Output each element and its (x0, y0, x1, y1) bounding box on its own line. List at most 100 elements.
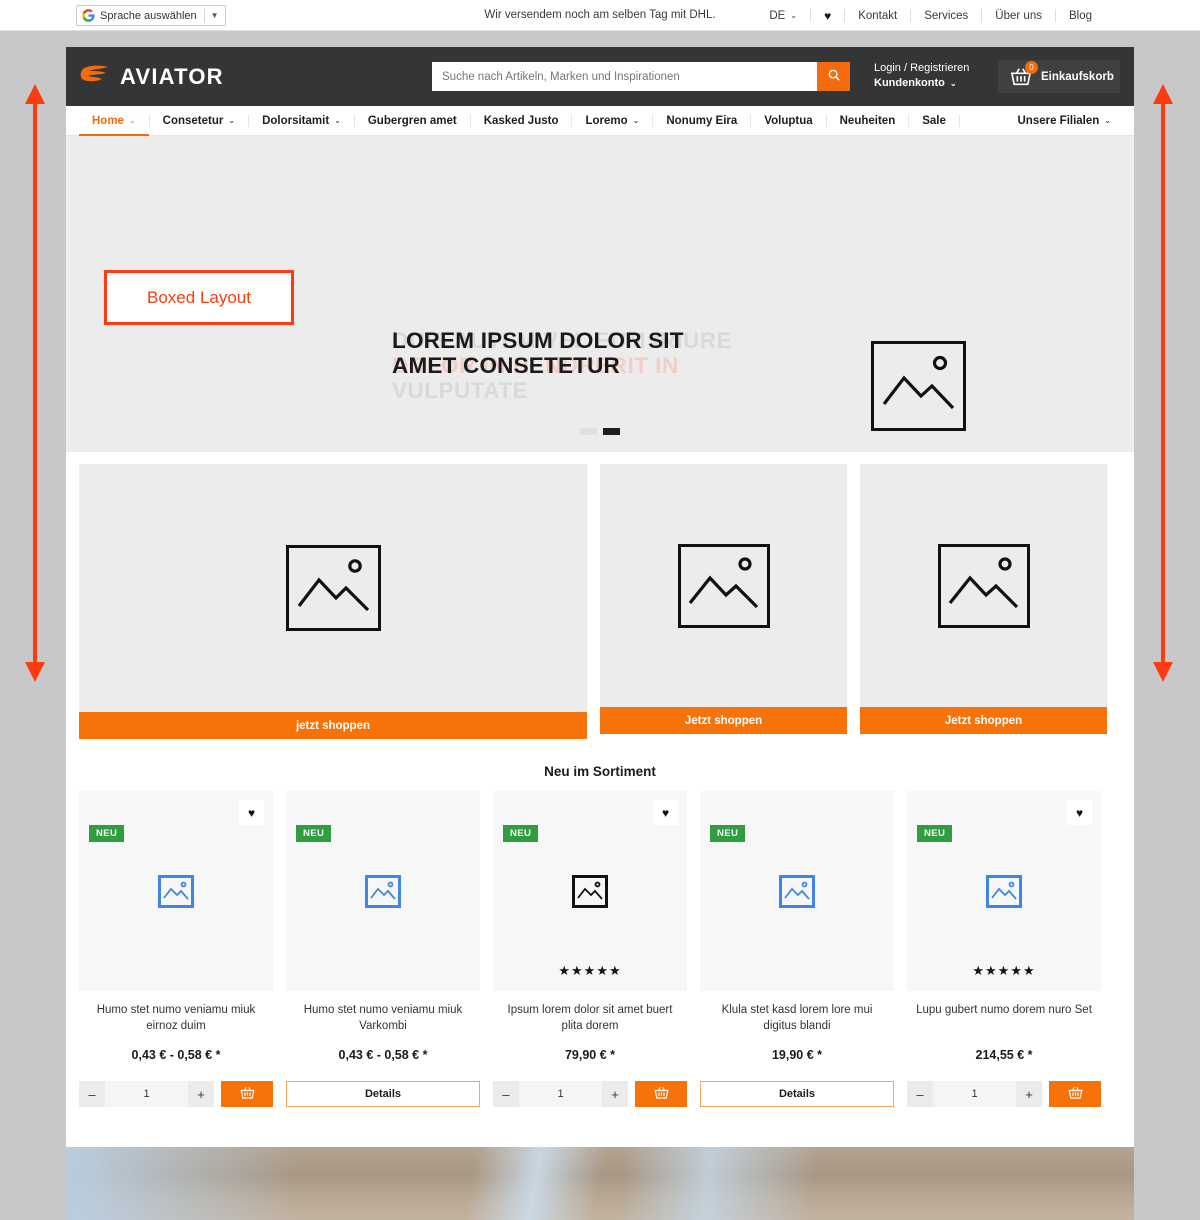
basket-icon (240, 1086, 255, 1103)
product-name: Humo stet numo veniamu miuk Varkombi (303, 1004, 463, 1032)
image-placeholder-icon (285, 545, 381, 631)
favorite-heart-icon[interactable]: ♥ (239, 800, 264, 825)
brand-name: AVIATOR (120, 63, 224, 89)
cart-button[interactable]: 0 Einkaufskorb (998, 60, 1120, 93)
image-placeholder-icon (572, 874, 608, 908)
slider-dots[interactable] (66, 428, 1134, 435)
page-root: Sprache auswählen ▼ Wir versendem noch a… (0, 0, 1200, 1220)
nav-label: Neuheiten (839, 114, 896, 127)
basket-icon (1068, 1086, 1083, 1103)
quantity-increment-button[interactable]: + (602, 1081, 628, 1107)
quantity-decrement-button[interactable]: – (907, 1081, 933, 1107)
language-label: DE (769, 9, 786, 22)
product-name: Klula stet kasd lorem lore mui digitus b… (721, 1004, 873, 1032)
chevron-down-icon: ⌄ (632, 115, 640, 125)
category-tile-3[interactable]: Jetzt shoppen (860, 464, 1107, 739)
product-image: NEU (700, 791, 894, 991)
product-actions: – 1 + (907, 1081, 1101, 1107)
quantity-increment-button[interactable]: + (1016, 1081, 1042, 1107)
account-row: Kundenkonto ⌄ (874, 76, 969, 91)
nav-label: Voluptua (764, 114, 813, 127)
favorite-heart-icon[interactable]: ♥ (653, 800, 678, 825)
nav-item-loremo[interactable]: Loremo ⌄ (572, 106, 652, 136)
about-link[interactable]: Über uns (982, 10, 1055, 22)
site-header: AVIATOR Login / Registrieren Kundenkonto… (66, 47, 1134, 106)
product-price: 214,55 € * (975, 1048, 1033, 1062)
brand-logo[interactable]: AVIATOR (80, 64, 224, 90)
blog-link[interactable]: Blog (1056, 10, 1105, 22)
quantity-stepper: – 1 + (79, 1081, 214, 1107)
tile-shop-button[interactable]: Jetzt shoppen (600, 707, 847, 734)
add-to-cart-button[interactable] (635, 1081, 687, 1107)
nav-filialen-inner[interactable]: Unsere Filialen ⌄ (1004, 106, 1124, 136)
nav-item-sale[interactable]: Sale (909, 106, 959, 136)
product-card[interactable]: ♥ NEU ★★★★★ Ipsum lorem dolor sit amet b… (493, 791, 687, 1107)
product-card[interactable]: NEU Humo stet numo veniamu miuk Varkombi… (286, 791, 480, 1107)
category-tile-2[interactable]: Jetzt shoppen (600, 464, 847, 739)
category-tile-1[interactable]: jetzt shoppen (79, 464, 587, 739)
search-input[interactable] (432, 62, 817, 91)
favorite-heart-icon[interactable]: ♥ (1067, 800, 1092, 825)
nav-item-gubergren-amet[interactable]: Gubergren amet (355, 106, 470, 136)
quantity-value[interactable]: 1 (105, 1081, 188, 1107)
nav-divider (958, 114, 960, 127)
nav-item-consetetur[interactable]: Consetetur ⌄ (150, 106, 248, 136)
product-image: NEU (286, 791, 480, 991)
product-price: 0,43 € - 0,58 € * (338, 1048, 428, 1062)
cart-count-badge: 0 (1025, 60, 1038, 74)
account-menu[interactable]: Login / Registrieren Kundenkonto ⌄ (874, 61, 969, 91)
boxed-layout-annotation: Boxed Layout (104, 270, 294, 325)
details-button[interactable]: Details (700, 1081, 894, 1107)
quantity-decrement-button[interactable]: – (79, 1081, 105, 1107)
image-placeholder-icon (986, 874, 1022, 908)
nav-item-filialen[interactable]: Unsere Filialen ⌄ (1004, 106, 1124, 136)
product-card[interactable]: NEU Klula stet kasd lorem lore mui digit… (700, 791, 894, 1107)
annotation-label: Boxed Layout (147, 287, 251, 307)
chevron-down-icon: ⌄ (334, 115, 341, 125)
quantity-decrement-button[interactable]: – (493, 1081, 519, 1107)
wishlist-link[interactable]: ♥ (811, 9, 844, 23)
contact-link[interactable]: Kontakt (845, 10, 910, 22)
search-bar (432, 62, 850, 91)
nav-item-voluptua[interactable]: Voluptua (751, 106, 825, 136)
product-name: Humo stet numo veniamu miuk eirnoz duim (96, 1004, 256, 1032)
quantity-increment-button[interactable]: + (188, 1081, 214, 1107)
quantity-value[interactable]: 1 (519, 1081, 602, 1107)
hero-slider[interactable]: Boxed Layout DUIS AUTEM VEL EUM IRIURE D… (66, 136, 1134, 452)
wing-logo-icon (80, 64, 110, 90)
product-actions: – 1 + (79, 1081, 273, 1107)
slider-dot-2[interactable] (603, 428, 620, 435)
product-price: 19,90 € * (771, 1048, 823, 1062)
nav-item-nonumy-eira[interactable]: Nonumy Eira (653, 106, 750, 136)
top-links: DE ⌄ ♥ Kontakt Services Über uns Blog (756, 0, 1105, 31)
product-card[interactable]: ♥ NEU Humo stet numo veniamu miuk eirnoz… (79, 791, 273, 1107)
image-placeholder-icon (937, 543, 1030, 628)
nav-item-neuheiten[interactable]: Neuheiten (827, 106, 909, 136)
product-card[interactable]: ♥ NEU ★★★★★ Lupu gubert numo dorem nuro … (907, 791, 1101, 1107)
details-button[interactable]: Details (286, 1081, 480, 1107)
tile-shop-button[interactable]: jetzt shoppen (79, 712, 587, 739)
quantity-value[interactable]: 1 (933, 1081, 1016, 1107)
add-to-cart-button[interactable] (1049, 1081, 1101, 1107)
hero-headline-main: LOREM IPSUM DOLOR SIT AMET CONSETETUR (392, 328, 752, 378)
product-actions: – 1 + (493, 1081, 687, 1107)
language-selector[interactable]: DE ⌄ (756, 10, 810, 22)
nav-item-kasked-justo[interactable]: Kasked Justo (471, 106, 572, 136)
basket-icon: 0 (1010, 60, 1038, 87)
chevron-down-icon: ⌄ (228, 115, 236, 125)
section-title: Neu im Sortiment (544, 764, 656, 779)
nav-label: Loremo (585, 114, 628, 127)
services-link[interactable]: Services (911, 10, 981, 22)
tile-shop-button[interactable]: Jetzt shoppen (860, 707, 1107, 734)
nav-item-dolorsitamit[interactable]: Dolorsitamit ⌄ (249, 106, 354, 136)
boxed-layout-container: AVIATOR Login / Registrieren Kundenkonto… (66, 47, 1134, 1147)
new-badge: NEU (917, 825, 953, 842)
main-line-1: LOREM IPSUM DOLOR SIT (392, 328, 684, 353)
chevron-down-icon: ⌄ (128, 115, 136, 125)
nav-item-home[interactable]: Home ⌄ (79, 106, 149, 136)
new-badge: NEU (710, 825, 746, 842)
add-to-cart-button[interactable] (221, 1081, 273, 1107)
top-utility-bar: Sprache auswählen ▼ Wir versendem noch a… (0, 0, 1200, 31)
slider-dot-1[interactable] (580, 428, 597, 435)
search-button[interactable] (817, 62, 850, 91)
